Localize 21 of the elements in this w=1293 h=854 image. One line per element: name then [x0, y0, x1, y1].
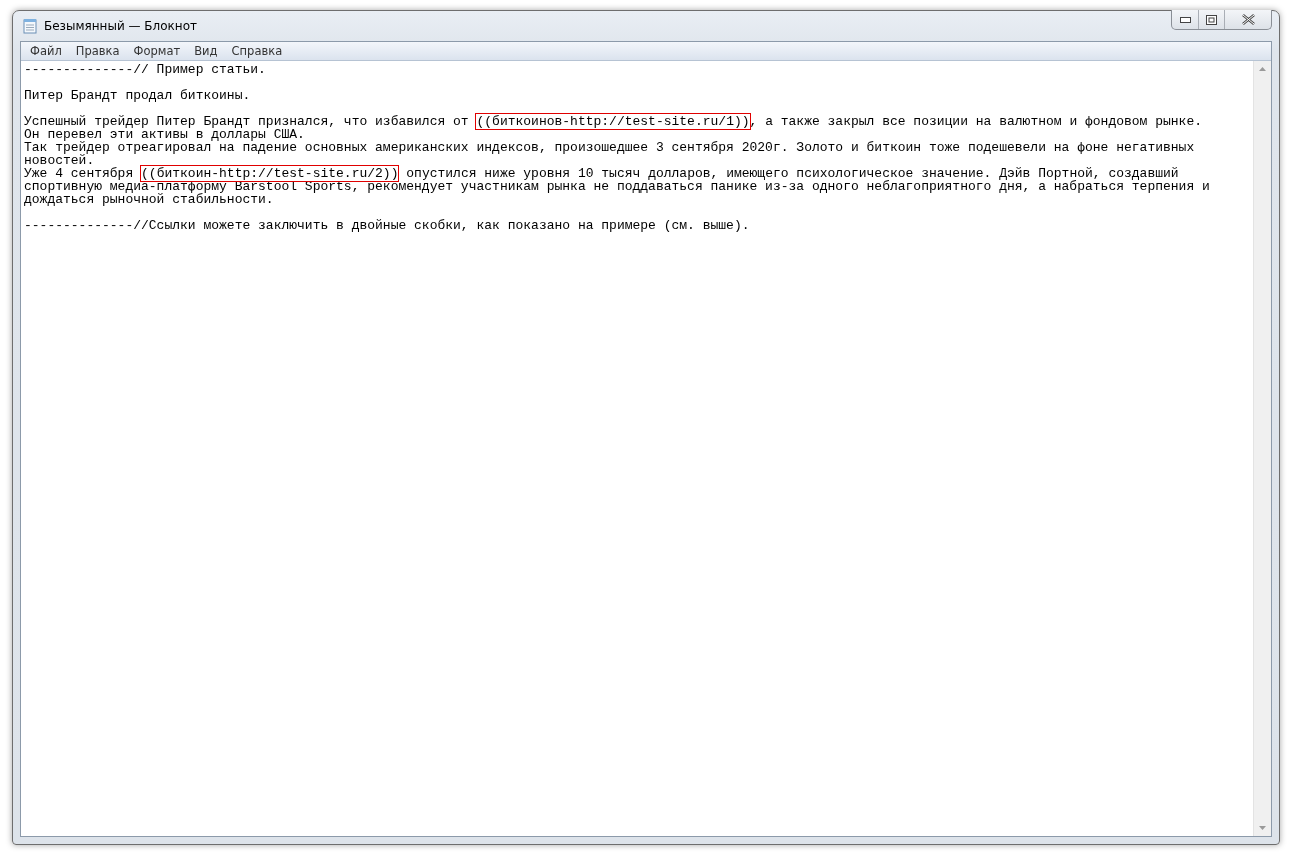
- text-line: Питер Брандт продал биткоины.: [24, 89, 252, 102]
- text-line: новостей.: [24, 154, 95, 167]
- text-line: --------------// Пример статьи.: [24, 63, 267, 76]
- menu-item[interactable]: Справка: [224, 44, 290, 58]
- notepad-icon: [22, 18, 38, 34]
- text-line: Уже 4 сентября ((биткоин-http://test-site.ru/2)) опустился ниже уровня 10 тысяч долларов, имеющего психологическое значение. Дэйв Портной, создавший: [24, 167, 1180, 180]
- menu-item[interactable]: Вид: [187, 44, 225, 58]
- menu-item[interactable]: Файл: [23, 44, 69, 58]
- maximize-icon: [1206, 14, 1217, 25]
- text-line: Он перевел эти активы в доллары США.: [24, 128, 305, 141]
- menu-item[interactable]: Формат: [126, 44, 188, 58]
- menu-item[interactable]: Правка: [68, 44, 127, 58]
- close-icon: [1241, 14, 1255, 25]
- text-line: --------------//Ссылки можете заключить в двойные скобки, как показано на примере (см. выше).: [24, 219, 751, 232]
- highlighted-link: ((биткоинов-http://test-site.ru/1)): [476, 114, 750, 129]
- text-line: Успешный трейдер Питер Брандт признался, что избавился от ((биткоинов-http://test-site.ru/1)), а также закрыл все позиции на валютном и фондовом рынке.: [24, 115, 1203, 128]
- text-line: дождаться рыночной стабильности.: [24, 193, 275, 206]
- window-title: Безымянный — Блокнот: [44, 19, 197, 33]
- text-line: Так трейдер отреагировал на падение основных американских индексов, произошедшее 3 сентября 2020г. Золото и биткоин тоже подешевели на фоне негативных: [24, 141, 1196, 154]
- highlighted-link: ((биткоин-http://test-site.ru/2)): [141, 166, 399, 181]
- minimize-icon: [1179, 16, 1191, 23]
